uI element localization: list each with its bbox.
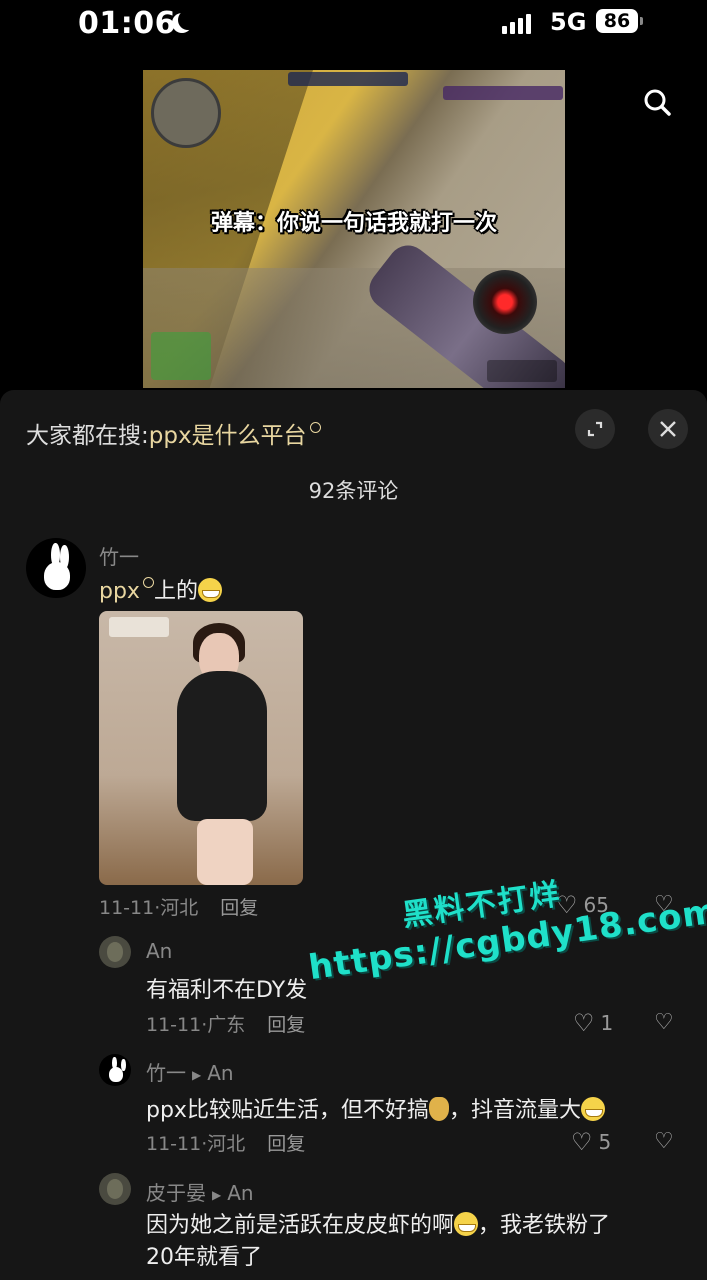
hot-search[interactable]: 大家都在搜:ppx是什么平台 bbox=[26, 416, 321, 450]
game-ammo-hud bbox=[487, 360, 557, 382]
comment-text-part: ppx比较贴近生活，但不好搞 bbox=[146, 1098, 429, 1123]
game-scope bbox=[473, 270, 537, 334]
game-health-hud bbox=[151, 332, 211, 380]
comment-text-part: ，我老铁粉了 bbox=[478, 1213, 611, 1238]
comment-meta: 11-11·广东 回复 bbox=[146, 1014, 306, 1036]
comment-text-part: 20年就看了 bbox=[146, 1245, 262, 1270]
comment-keyword-link[interactable]: ppx bbox=[99, 579, 140, 604]
comment-text-part: ，抖音流量大 bbox=[448, 1098, 581, 1123]
comment-username: 皮于晏 ▶ An bbox=[146, 1177, 254, 1206]
reply-arrow-icon: ▶ bbox=[212, 1187, 222, 1202]
photo-air-conditioner bbox=[109, 617, 169, 637]
close-icon bbox=[660, 421, 676, 437]
grin-emoji-icon bbox=[197, 578, 222, 602]
reply-arrow-icon: ▶ bbox=[192, 1067, 202, 1082]
game-minimap bbox=[151, 78, 221, 148]
comment-date: 11-11 bbox=[146, 1133, 202, 1155]
comment-date: 11-11 bbox=[99, 897, 155, 919]
avatar[interactable] bbox=[99, 1173, 131, 1205]
comment-username[interactable]: An bbox=[146, 939, 172, 963]
game-killfeed bbox=[443, 86, 563, 100]
comment-location: 河北 bbox=[160, 897, 199, 919]
comment-text-rest: 上的 bbox=[153, 579, 198, 604]
heart-icon: ♡ bbox=[571, 1128, 593, 1156]
heart-icon: ♡ bbox=[573, 1009, 595, 1037]
search-mini-icon bbox=[142, 577, 154, 588]
game-scoreboard bbox=[288, 72, 408, 86]
comment-meta: 11-11·河北 回复 bbox=[146, 1133, 306, 1155]
comment-username[interactable]: 竹一 bbox=[99, 541, 139, 570]
search-icon[interactable] bbox=[643, 88, 671, 116]
reply-button[interactable]: 回复 bbox=[220, 897, 258, 919]
comment-username: 竹一 ▶ An bbox=[146, 1057, 234, 1086]
video-player[interactable]: 弹幕：你说一句话我就打一次 bbox=[143, 70, 565, 388]
comment-text: ppx 上的 bbox=[99, 573, 222, 605]
dislike-icon[interactable]: ♡ bbox=[654, 1010, 674, 1035]
dislike-icon[interactable]: ♡ bbox=[654, 1129, 674, 1154]
hot-search-prefix: 大家都在搜: bbox=[26, 423, 149, 449]
reply-button[interactable]: 回复 bbox=[267, 1133, 305, 1155]
battery-level: 86 bbox=[596, 9, 638, 33]
comment-location: 河北 bbox=[207, 1133, 246, 1155]
comment-meta: 11-11·河北 回复 bbox=[99, 897, 259, 919]
like-count: 5 bbox=[598, 1130, 612, 1154]
comment-text: 有福利不在DY发 bbox=[146, 978, 308, 1003]
hot-search-keyword[interactable]: ppx是什么平台 bbox=[149, 423, 307, 449]
like-button[interactable]: ♡ 5 bbox=[571, 1128, 611, 1156]
moon-icon bbox=[178, 10, 198, 30]
grin-emoji-icon bbox=[454, 1212, 479, 1236]
reply-author[interactable]: 竹一 bbox=[146, 1061, 186, 1085]
photo-legs bbox=[197, 819, 253, 885]
network-type: 5G bbox=[550, 8, 587, 36]
reply-target[interactable]: An bbox=[227, 1181, 253, 1205]
video-caption: 弹幕：你说一句话我就打一次 bbox=[210, 211, 497, 236]
battery-icon bbox=[640, 17, 643, 25]
close-button[interactable] bbox=[648, 409, 688, 449]
comment-text-part: 因为她之前是活跃在皮皮虾的啊 bbox=[146, 1213, 455, 1238]
comment-text: ppx比较贴近生活，但不好搞 ，抖音流量大 bbox=[146, 1092, 605, 1124]
search-mini-icon bbox=[309, 422, 321, 433]
comment-text: 因为她之前是活跃在皮皮虾的啊 ，我老铁粉了 20年就看了 bbox=[146, 1210, 610, 1274]
expand-button[interactable] bbox=[575, 409, 615, 449]
money-bag-emoji-icon bbox=[428, 1097, 449, 1121]
comment-location: 广东 bbox=[207, 1014, 246, 1036]
reply-button[interactable]: 回复 bbox=[267, 1014, 305, 1036]
comment-date: 11-11 bbox=[146, 1014, 202, 1036]
avatar[interactable] bbox=[99, 1054, 131, 1086]
signal-icon bbox=[502, 10, 531, 34]
reply-author[interactable]: 皮于晏 bbox=[146, 1181, 206, 1205]
photo-body bbox=[177, 671, 267, 821]
avatar[interactable] bbox=[26, 538, 86, 598]
comment-count: 92条评论 bbox=[308, 479, 399, 503]
status-time: 01:06 bbox=[78, 6, 176, 41]
like-count: 1 bbox=[600, 1011, 614, 1035]
reply-target[interactable]: An bbox=[207, 1061, 233, 1085]
expand-icon bbox=[587, 421, 603, 437]
like-button[interactable]: ♡ 1 bbox=[573, 1009, 613, 1037]
avatar[interactable] bbox=[99, 936, 131, 968]
grin-emoji-icon bbox=[580, 1097, 605, 1121]
comment-image[interactable] bbox=[99, 611, 303, 885]
